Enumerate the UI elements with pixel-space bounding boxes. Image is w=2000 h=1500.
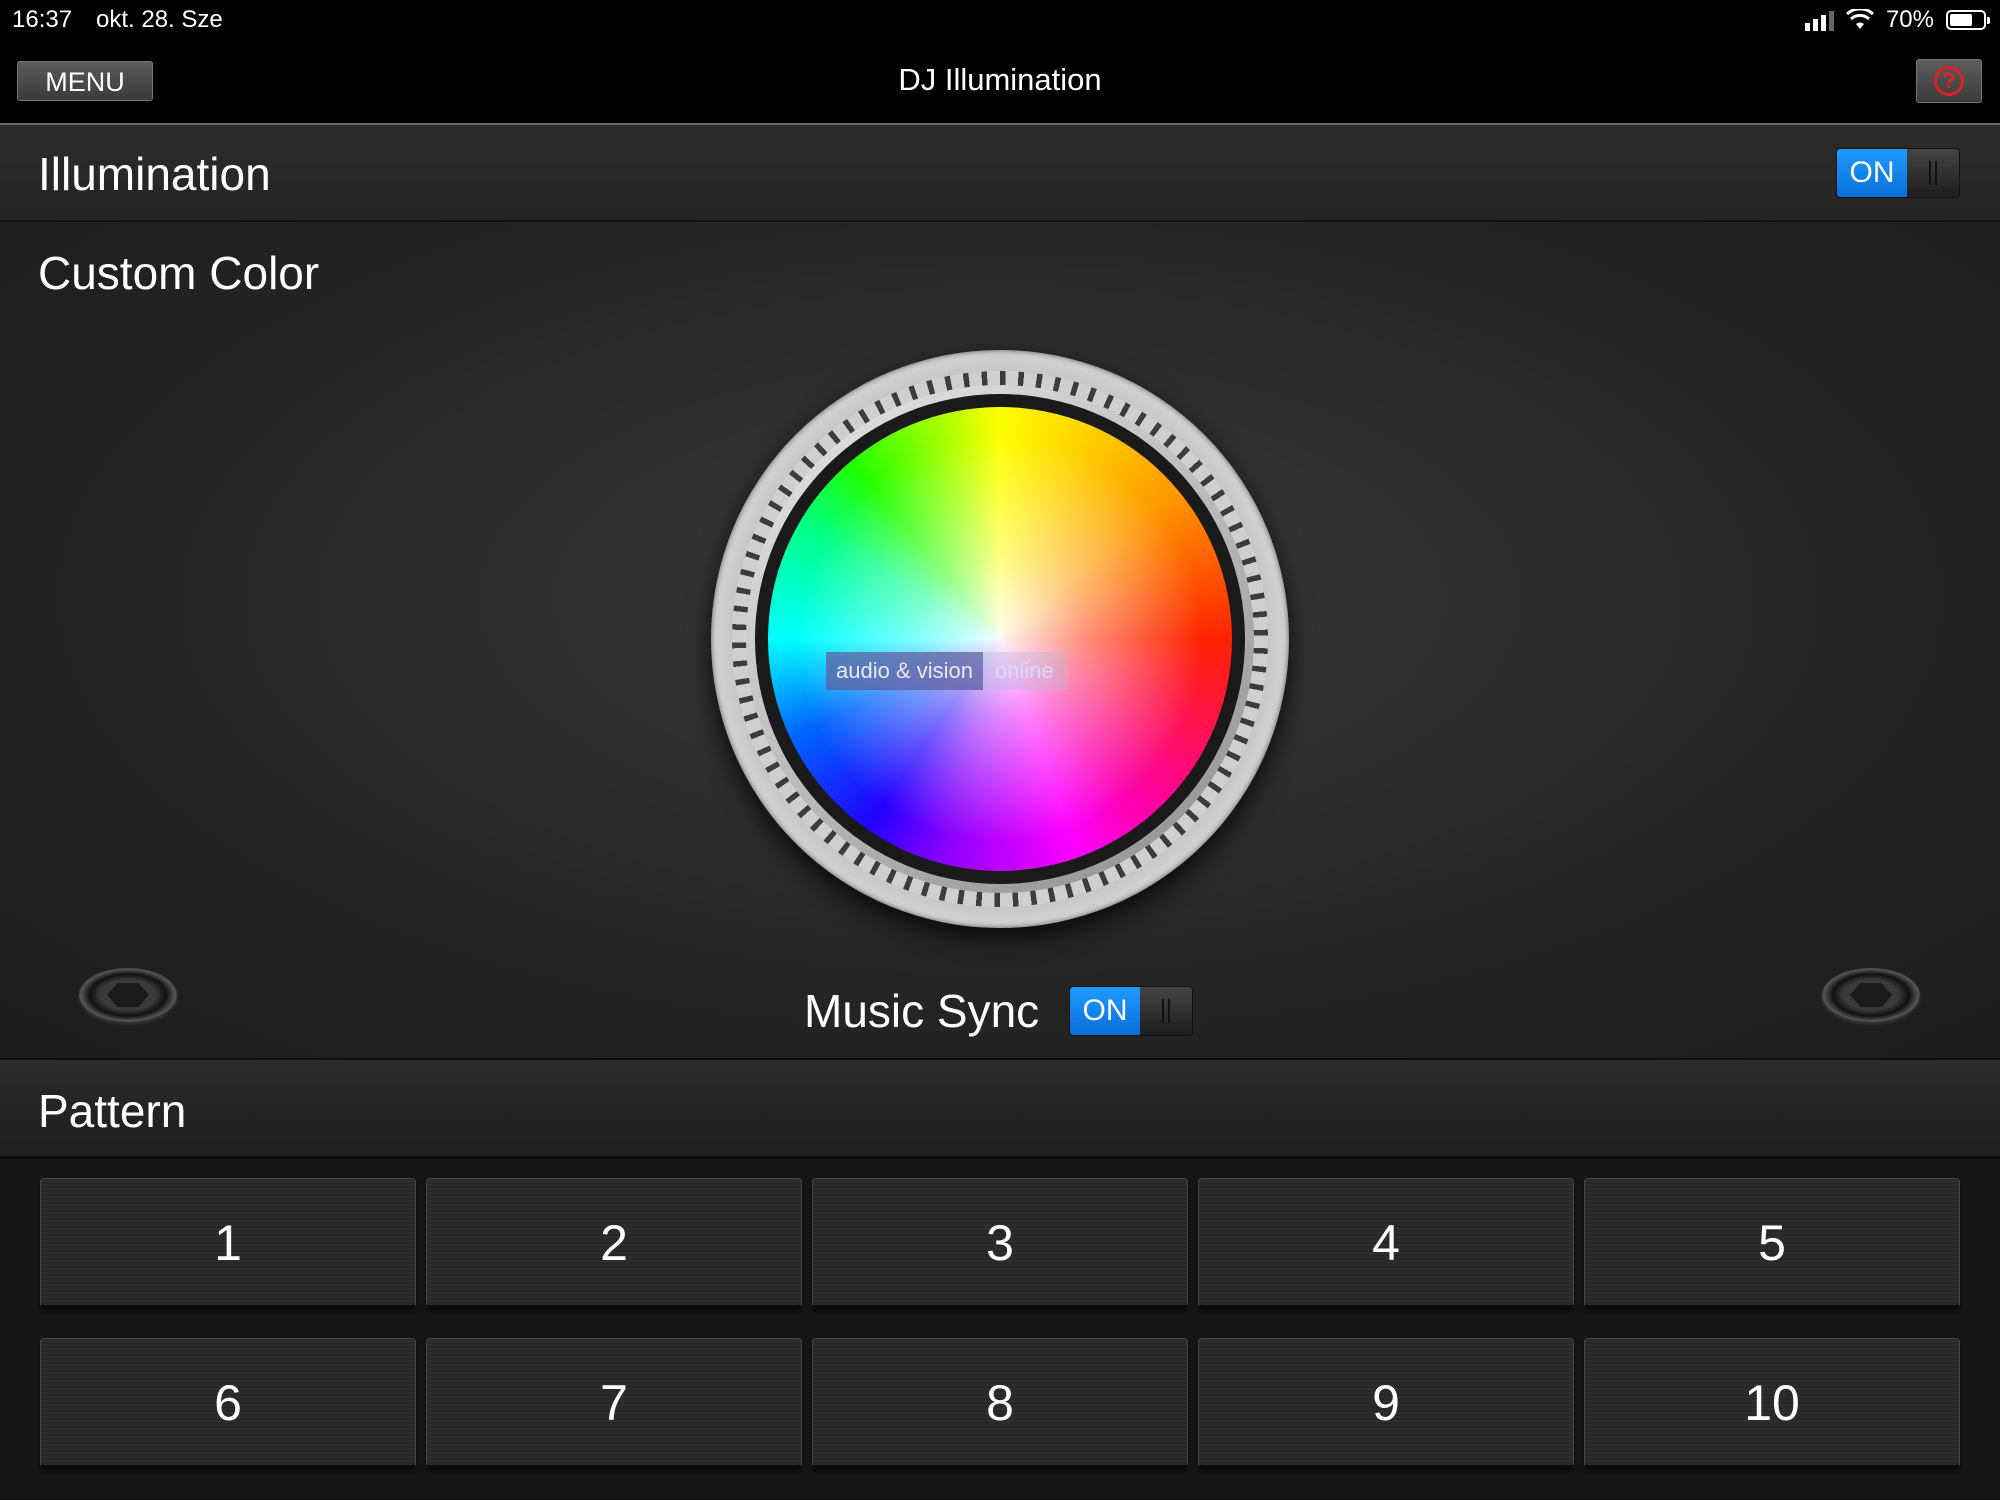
illumination-toggle[interactable]: ON	[1836, 148, 1960, 198]
illumination-section: Illumination ON	[0, 125, 2000, 222]
screw-icon	[79, 968, 177, 1022]
help-button[interactable]: ?	[1916, 59, 1982, 103]
status-icons: 70%	[1804, 4, 1990, 36]
watermark: audio & vision online	[826, 652, 1066, 690]
status-bar: 16:37 okt. 28. Sze 70%	[0, 0, 2000, 40]
pattern-grid: 1 2 3 4 5 6 7 8 9 10	[0, 1159, 2000, 1500]
battery-percent: 70%	[1885, 6, 1934, 33]
custom-color-panel: Custom Color audio & vision online Music…	[0, 222, 2000, 1061]
music-sync-toggle[interactable]: ON	[1069, 986, 1193, 1036]
music-sync-label: Music Sync	[804, 985, 1040, 1037]
watermark-right: online	[982, 652, 1066, 690]
nav-bar: MENU DJ Illumination ?	[0, 40, 2000, 125]
pattern-button-8[interactable]: 8	[812, 1338, 1188, 1468]
screw-icon	[1822, 968, 1920, 1022]
pattern-button-2[interactable]: 2	[426, 1178, 802, 1308]
illumination-title: Illumination	[38, 148, 271, 200]
pattern-button-3[interactable]: 3	[812, 1178, 1188, 1308]
pattern-button-5[interactable]: 5	[1584, 1178, 1960, 1308]
wifi-icon	[1845, 9, 1874, 29]
pattern-section: Pattern	[0, 1060, 2000, 1159]
toggle-on-label: ON	[1070, 987, 1140, 1035]
toggle-knob	[1140, 987, 1192, 1035]
color-wheel[interactable]: audio & vision online	[768, 407, 1232, 871]
pattern-button-7[interactable]: 7	[426, 1338, 802, 1468]
pattern-button-9[interactable]: 9	[1198, 1338, 1574, 1468]
battery-icon	[1946, 10, 1990, 30]
pattern-title: Pattern	[38, 1085, 187, 1137]
custom-color-title: Custom Color	[38, 247, 320, 299]
signal-icon	[1804, 9, 1834, 31]
pattern-button-4[interactable]: 4	[1198, 1178, 1574, 1308]
toggle-knob	[1907, 149, 1959, 197]
status-time: 16:37	[12, 6, 73, 33]
pattern-button-1[interactable]: 1	[40, 1178, 416, 1308]
page-title: DJ Illumination	[898, 62, 1102, 97]
pattern-button-10[interactable]: 10	[1584, 1338, 1960, 1468]
watermark-left: audio & vision	[826, 652, 983, 690]
status-date: okt. 28. Sze	[96, 6, 223, 33]
color-wheel-knob[interactable]: audio & vision online	[711, 350, 1289, 928]
question-icon: ?	[1934, 66, 1964, 96]
pattern-button-6[interactable]: 6	[40, 1338, 416, 1468]
toggle-on-label: ON	[1837, 149, 1907, 197]
